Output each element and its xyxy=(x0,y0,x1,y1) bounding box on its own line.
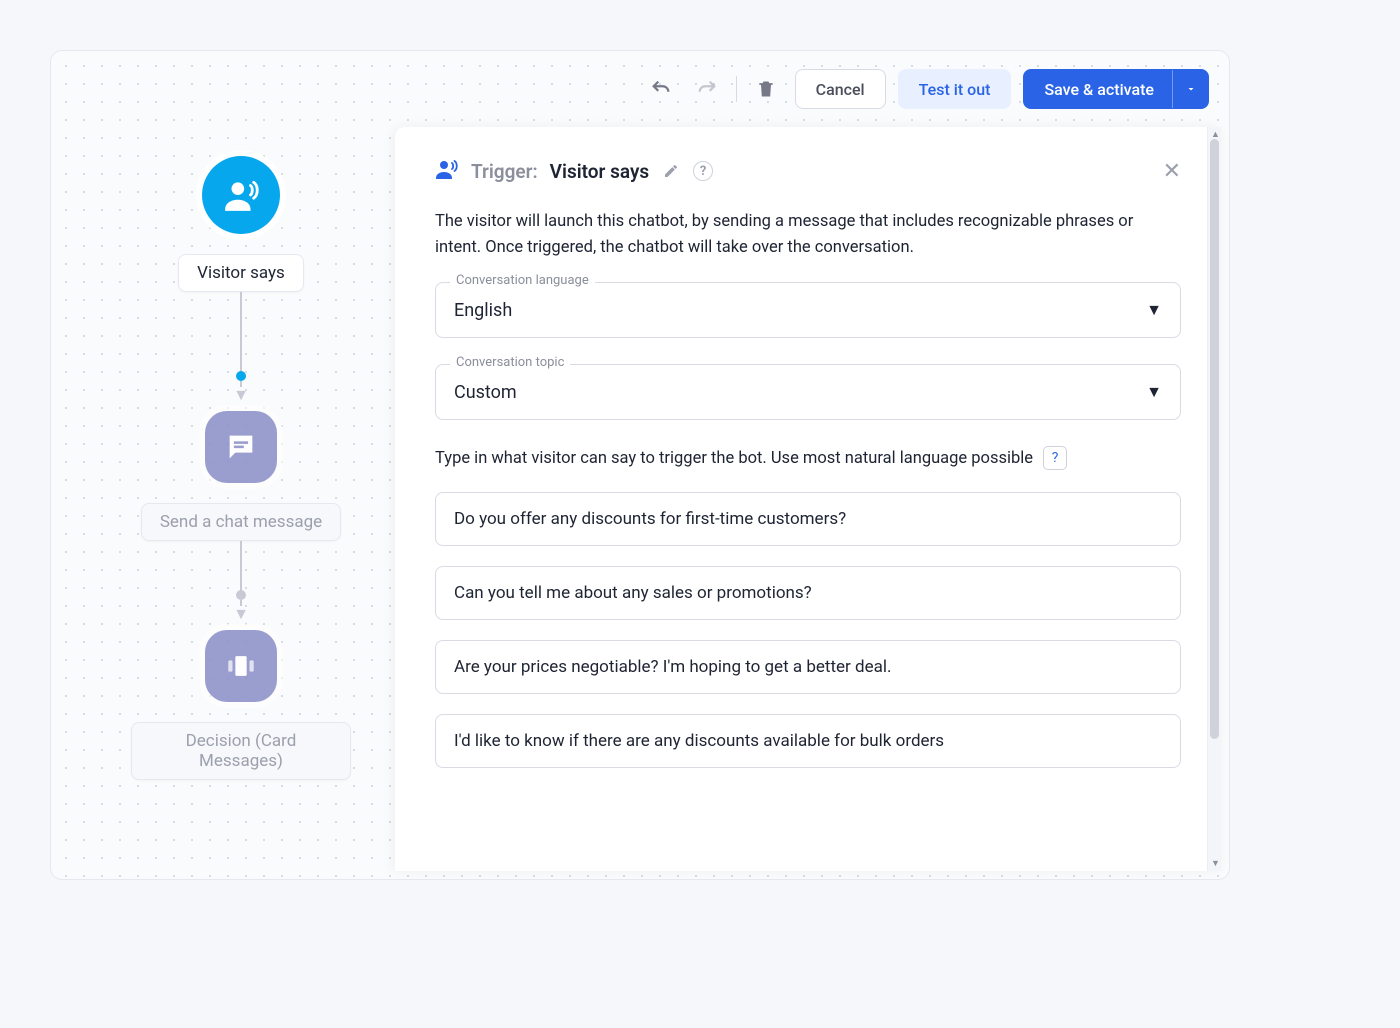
flow-graph: Visitor says ▼ Send a chat message ▼ Dec… xyxy=(131,156,351,780)
test-button[interactable]: Test it out xyxy=(898,69,1012,109)
topic-select[interactable]: Conversation topic Custom ▼ xyxy=(435,364,1181,420)
chevron-down-icon: ▼ xyxy=(1146,382,1162,402)
trigger-phrase-input[interactable]: Are your prices negotiable? I'm hoping t… xyxy=(435,640,1181,694)
phrase-hint: Type in what visitor can say to trigger … xyxy=(435,446,1181,470)
connector xyxy=(240,292,242,372)
trigger-phrase-input[interactable]: Can you tell me about any sales or promo… xyxy=(435,566,1181,620)
trigger-config-panel: Trigger: Visitor says ? ✕ The visitor wi… xyxy=(395,127,1221,871)
connector xyxy=(240,541,242,591)
trigger-node-icon[interactable] xyxy=(202,156,280,234)
trigger-name: Visitor says xyxy=(550,160,649,183)
undo-icon[interactable] xyxy=(644,72,678,106)
cancel-button[interactable]: Cancel xyxy=(795,69,886,109)
message-node-label[interactable]: Send a chat message xyxy=(141,503,341,541)
topic-value: Custom xyxy=(454,382,517,403)
save-label: Save & activate xyxy=(1044,80,1172,99)
trigger-node-label[interactable]: Visitor says xyxy=(178,254,304,292)
flow-canvas[interactable]: Cancel Test it out Save & activate Visit… xyxy=(50,50,1230,880)
language-legend: Conversation language xyxy=(450,273,595,288)
save-dropdown-caret[interactable] xyxy=(1172,70,1208,108)
edit-icon[interactable] xyxy=(661,161,681,181)
language-value: English xyxy=(454,300,512,321)
trigger-phrase-input[interactable]: Do you offer any discounts for first-tim… xyxy=(435,492,1181,546)
panel-scrollbar[interactable]: ▲ ▼ xyxy=(1207,127,1221,871)
message-node-icon[interactable] xyxy=(205,411,277,483)
connector-dot xyxy=(236,371,246,381)
redo-icon[interactable] xyxy=(690,72,724,106)
panel-header: Trigger: Visitor says ? ✕ xyxy=(435,157,1181,185)
help-icon[interactable]: ? xyxy=(693,161,713,181)
visitor-says-icon xyxy=(435,157,459,185)
save-activate-button[interactable]: Save & activate xyxy=(1023,69,1209,109)
chevron-down-icon: ▼ xyxy=(1146,300,1162,320)
separator xyxy=(736,76,737,102)
arrow-down-icon: ▼ xyxy=(233,604,249,624)
scroll-down-icon[interactable]: ▼ xyxy=(1211,858,1220,869)
language-select[interactable]: Conversation language English ▼ xyxy=(435,282,1181,338)
toolbar: Cancel Test it out Save & activate xyxy=(644,69,1209,109)
close-icon[interactable]: ✕ xyxy=(1163,159,1181,184)
decision-node-label[interactable]: Decision (Card Messages) xyxy=(131,722,351,780)
phrase-hint-text: Type in what visitor can say to trigger … xyxy=(435,449,1033,468)
scrollbar-thumb[interactable] xyxy=(1210,139,1219,739)
delete-icon[interactable] xyxy=(749,72,783,106)
hint-help-icon[interactable]: ? xyxy=(1043,446,1067,470)
trigger-phrase-input[interactable]: I'd like to know if there are any discou… xyxy=(435,714,1181,768)
trigger-label: Trigger: xyxy=(471,160,538,183)
decision-node-icon[interactable] xyxy=(205,630,277,702)
arrow-down-icon: ▼ xyxy=(233,385,249,405)
topic-legend: Conversation topic xyxy=(450,355,570,370)
connector-dot xyxy=(236,590,246,600)
panel-description: The visitor will launch this chatbot, by… xyxy=(435,209,1181,260)
